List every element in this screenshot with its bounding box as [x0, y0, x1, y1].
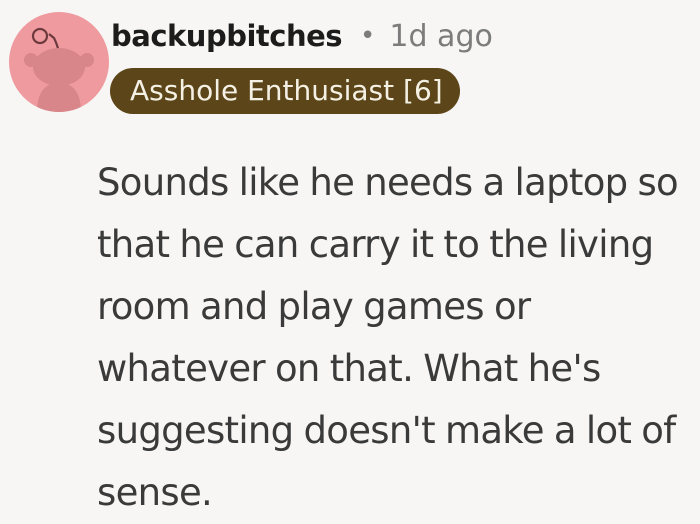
separator-dot: • [360, 21, 376, 51]
comment-header: backupbitches • 1d ago [111, 14, 493, 58]
comment-body: Sounds like he needs a laptop so that he… [97, 161, 679, 514]
reddit-snoo-avatar-icon [24, 27, 94, 112]
user-flair: Asshole Enthusiast [6] [110, 68, 460, 114]
username-link[interactable]: backupbitches [111, 19, 343, 53]
user-avatar[interactable] [9, 12, 109, 112]
comment: backupbitches • 1d ago Asshole Enthusias… [0, 0, 700, 524]
timestamp[interactable]: 1d ago [389, 19, 492, 54]
